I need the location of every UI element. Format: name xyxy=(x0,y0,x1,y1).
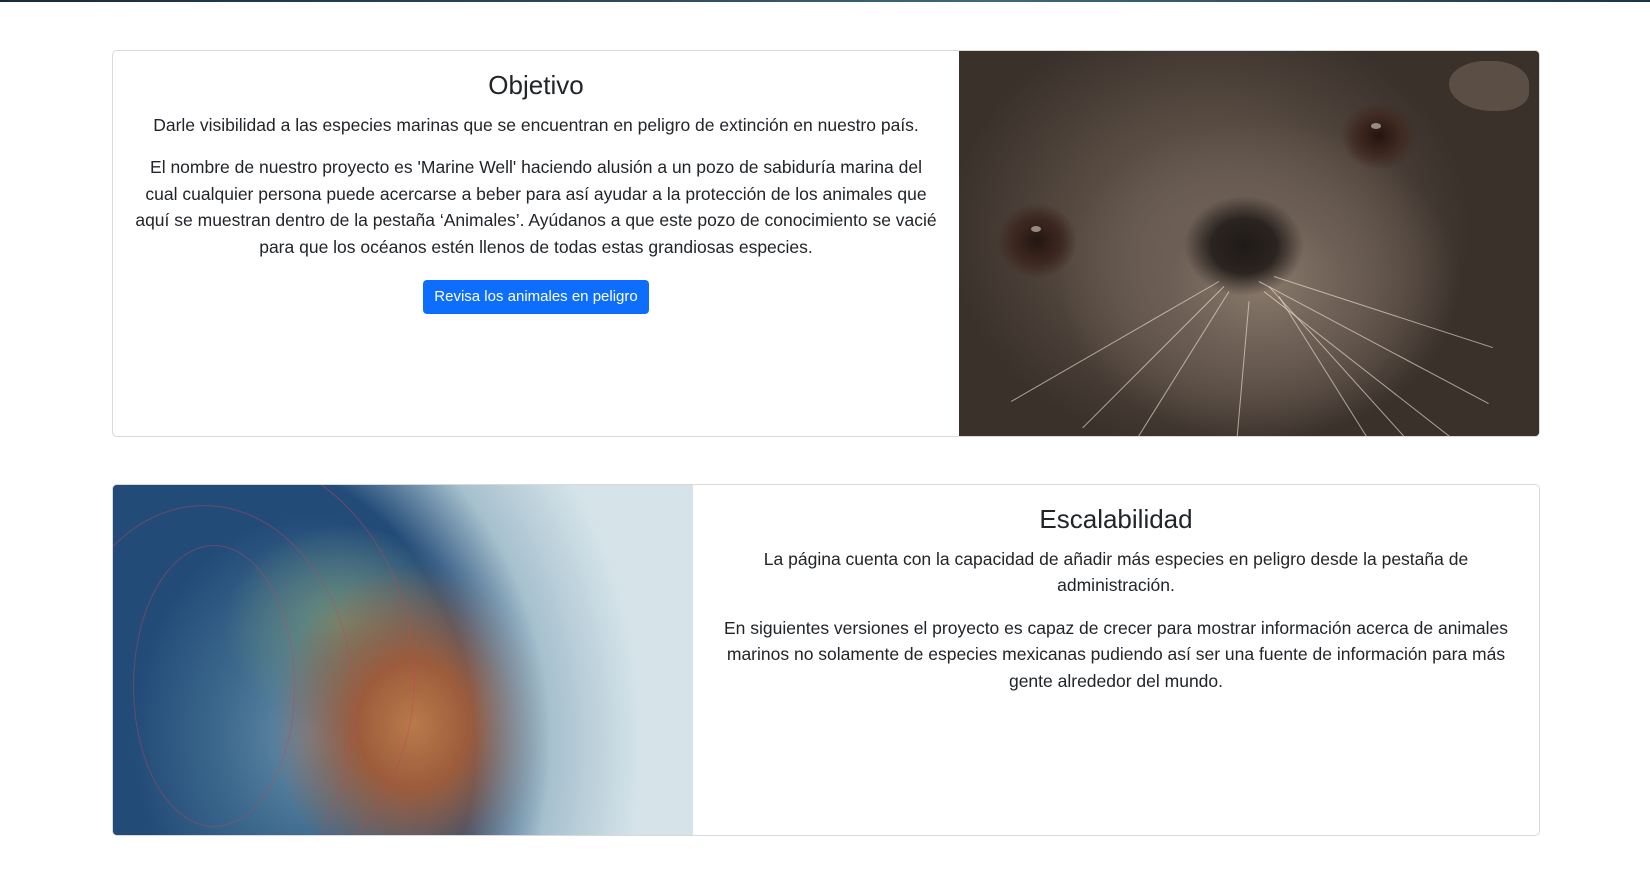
top-border-bar xyxy=(0,0,1650,2)
globe-meridian xyxy=(133,545,295,827)
sea-lion-eye-left-highlight xyxy=(1031,226,1041,232)
escalabilidad-paragraph-2: En siguientes versiones el proyecto es c… xyxy=(724,617,1508,691)
sea-lion-eye-right-highlight xyxy=(1371,123,1381,129)
whisker xyxy=(1082,286,1225,429)
sea-lion-ear xyxy=(1449,61,1529,111)
objetivo-paragraph-2: El nombre de nuestro proyecto es 'Marine… xyxy=(135,157,937,257)
whisker xyxy=(1010,281,1220,402)
whisker xyxy=(1268,286,1430,436)
escalabilidad-paragraph-1: La página cuenta con la capacidad de aña… xyxy=(763,548,1469,596)
whisker xyxy=(1111,291,1230,436)
globe-image xyxy=(113,485,693,835)
objetivo-title: Objetivo xyxy=(488,70,584,100)
escalabilidad-card: Escalabilidad La página cuenta con la ca… xyxy=(112,484,1540,836)
whisker xyxy=(1273,276,1493,349)
sea-lion-image xyxy=(959,51,1539,436)
objetivo-paragraph-1: Darle visibilidad a las especies marinas… xyxy=(153,114,919,135)
objetivo-card-body: Objetivo Darle visibilidad a las especie… xyxy=(113,51,959,436)
whisker xyxy=(1234,301,1250,436)
view-endangered-animals-button[interactable]: Revisa los animales en peligro xyxy=(423,280,649,314)
escalabilidad-title: Escalabilidad xyxy=(1039,504,1193,534)
objetivo-card: Objetivo Darle visibilidad a las especie… xyxy=(112,50,1540,437)
whisker xyxy=(1258,281,1489,405)
whisker xyxy=(1278,296,1386,436)
escalabilidad-card-body: Escalabilidad La página cuenta con la ca… xyxy=(693,485,1539,835)
